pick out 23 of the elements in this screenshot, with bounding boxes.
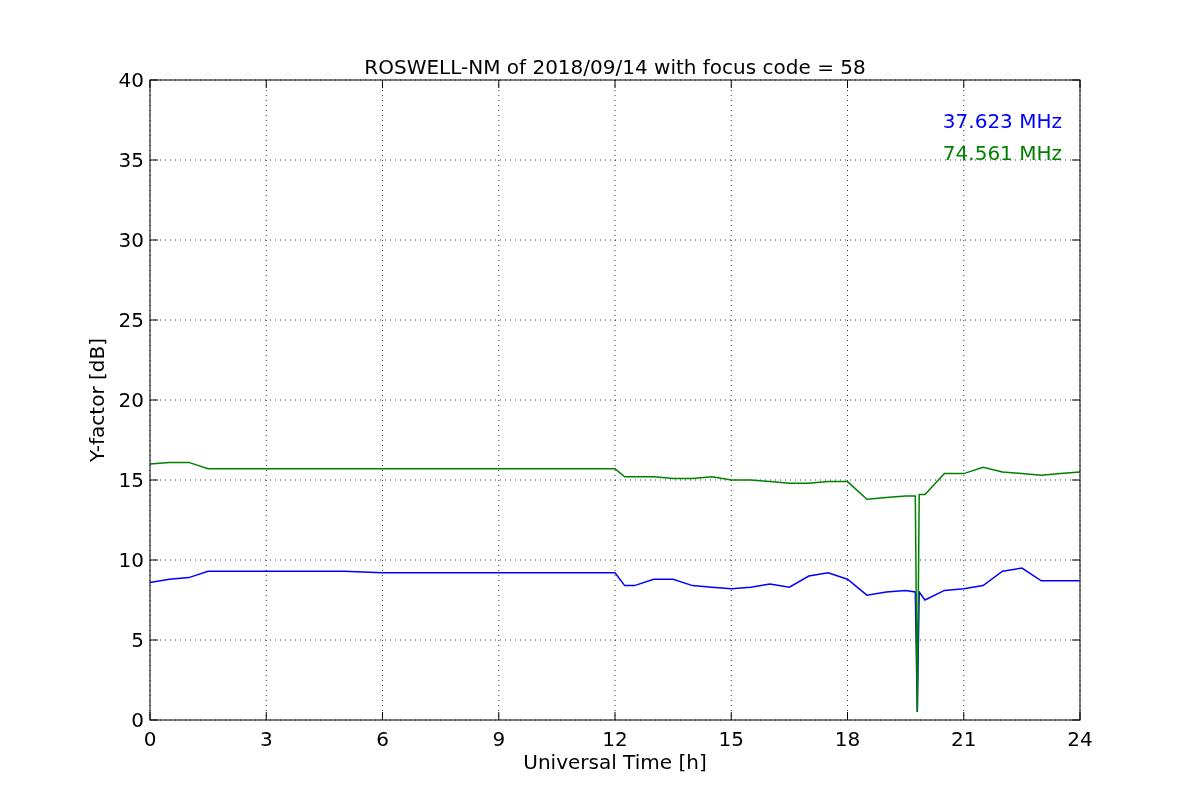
tick-label: 15 (118, 468, 144, 492)
tick-label: 10 (118, 548, 144, 572)
tick-label: 12 (602, 727, 628, 751)
legend-label: 74.561 MHz (942, 141, 1062, 165)
tick-label: 25 (118, 308, 144, 332)
tick-label: 0 (143, 727, 157, 751)
tick-label: 6 (376, 727, 389, 751)
tick-label: 9 (492, 727, 506, 751)
tick-label: 3 (259, 727, 273, 751)
tick-label: 5 (131, 628, 144, 652)
tick-label: 24 (1067, 727, 1093, 751)
tick-label: 18 (834, 727, 861, 751)
tick-label: 20 (118, 388, 144, 412)
tick-label: 35 (118, 148, 144, 172)
axis-label: Universal Time [h] (523, 750, 707, 774)
tick-label: 15 (718, 727, 744, 751)
tick-label: 0 (131, 708, 144, 732)
tick-label: 30 (118, 228, 144, 252)
chart-title: ROSWELL-NM of 2018/09/14 with focus code = 58 (364, 55, 866, 79)
legend-label: 37.623 MHz (942, 109, 1062, 133)
tick-label: 40 (118, 68, 144, 92)
axis-label: Y-factor [dB] (85, 338, 109, 462)
tick-label: 21 (951, 727, 977, 751)
